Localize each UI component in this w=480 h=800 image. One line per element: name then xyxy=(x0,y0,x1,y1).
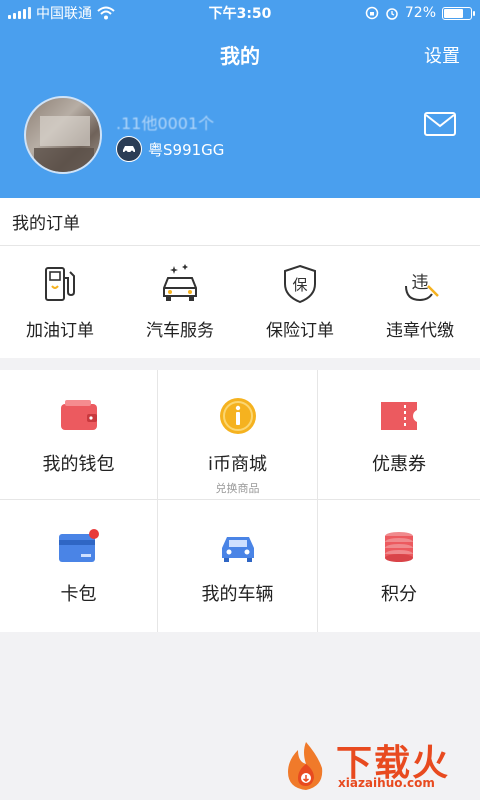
avatar[interactable] xyxy=(24,96,102,174)
my-orders-title: 我的订单 xyxy=(0,198,480,246)
wallet-icon xyxy=(60,400,97,430)
mail-icon[interactable] xyxy=(424,112,456,136)
car-badge-icon xyxy=(116,136,142,162)
page-title: 我的 xyxy=(220,43,260,68)
wallet-label: 我的钱包 xyxy=(42,454,115,475)
order-insurance-label: 保险订单 xyxy=(266,321,334,341)
order-insurance[interactable]: 保 保险订单 xyxy=(240,246,360,357)
flame-logo-icon xyxy=(288,742,323,790)
profile-card[interactable]: .11他0001个 粤S991GG xyxy=(24,96,456,174)
services-grid: 我的钱包 i币商城 兑换商品 优惠券 卡包 我的车辆 积分 xyxy=(0,370,480,632)
wifi-icon xyxy=(97,6,115,20)
points-coins-icon xyxy=(385,532,413,562)
battery-percent: 72% xyxy=(404,5,436,21)
coin-mall-label: i币商城 xyxy=(207,454,267,475)
coupon-cell[interactable]: 优惠券 xyxy=(318,370,480,500)
status-bar: 中国联通 下午3:50 72% xyxy=(0,0,480,26)
violation-icon: 违 xyxy=(405,273,439,302)
wallet-cell[interactable]: 我的钱包 xyxy=(0,370,158,500)
order-car-service-label: 汽车服务 xyxy=(146,321,214,341)
coupon-label: 优惠券 xyxy=(372,454,426,475)
plate-row: 粤S991GG xyxy=(116,136,224,162)
settings-button[interactable]: 设置 xyxy=(424,42,460,68)
order-fuel-label: 加油订单 xyxy=(26,321,94,341)
my-orders-section: 我的订单 加油订单 汽车服务 保 保险订单 违 违章代缴 xyxy=(0,198,480,358)
svg-text:违: 违 xyxy=(412,273,429,293)
watermark: 下载火 xiazaihuo.com xyxy=(278,734,474,794)
fuel-pump-icon xyxy=(45,267,75,301)
card-icon xyxy=(58,529,99,562)
carrier-label: 中国联通 xyxy=(36,6,92,22)
watermark-url: xiazaihuo.com xyxy=(338,776,435,790)
coin-icon xyxy=(219,398,256,434)
coupon-icon xyxy=(381,402,417,430)
battery-icon xyxy=(442,6,475,20)
alarm-icon xyxy=(386,8,398,20)
car-wash-icon xyxy=(163,264,197,301)
coin-mall-sublabel: 兑换商品 xyxy=(215,482,260,495)
header-area: 中国联通 下午3:50 72% 我的 设置 .11他0001个 粤S991GG xyxy=(0,0,480,198)
rotation-lock-icon xyxy=(365,6,379,20)
points-cell[interactable]: 积分 xyxy=(318,500,480,632)
order-violation[interactable]: 违 违章代缴 xyxy=(360,246,480,357)
order-violation-label: 违章代缴 xyxy=(386,321,454,341)
license-plate: 粤S991GG xyxy=(148,140,225,159)
username: .11他0001个 xyxy=(116,114,215,133)
svg-text:保: 保 xyxy=(292,276,307,294)
order-car-service[interactable]: 汽车服务 xyxy=(120,246,240,357)
points-label: 积分 xyxy=(381,584,417,605)
order-fuel[interactable]: 加油订单 xyxy=(0,246,120,357)
coin-mall-cell[interactable]: i币商城 兑换商品 xyxy=(158,370,318,500)
card-pack-label: 卡包 xyxy=(60,584,97,605)
my-vehicles-label: 我的车辆 xyxy=(201,584,274,605)
insurance-shield-icon: 保 xyxy=(284,264,316,304)
car-icon xyxy=(221,537,254,562)
navbar: 我的 设置 xyxy=(0,26,480,82)
signal-icon xyxy=(8,7,31,19)
card-pack-cell[interactable]: 卡包 xyxy=(0,500,158,632)
my-vehicles-cell[interactable]: 我的车辆 xyxy=(158,500,318,632)
